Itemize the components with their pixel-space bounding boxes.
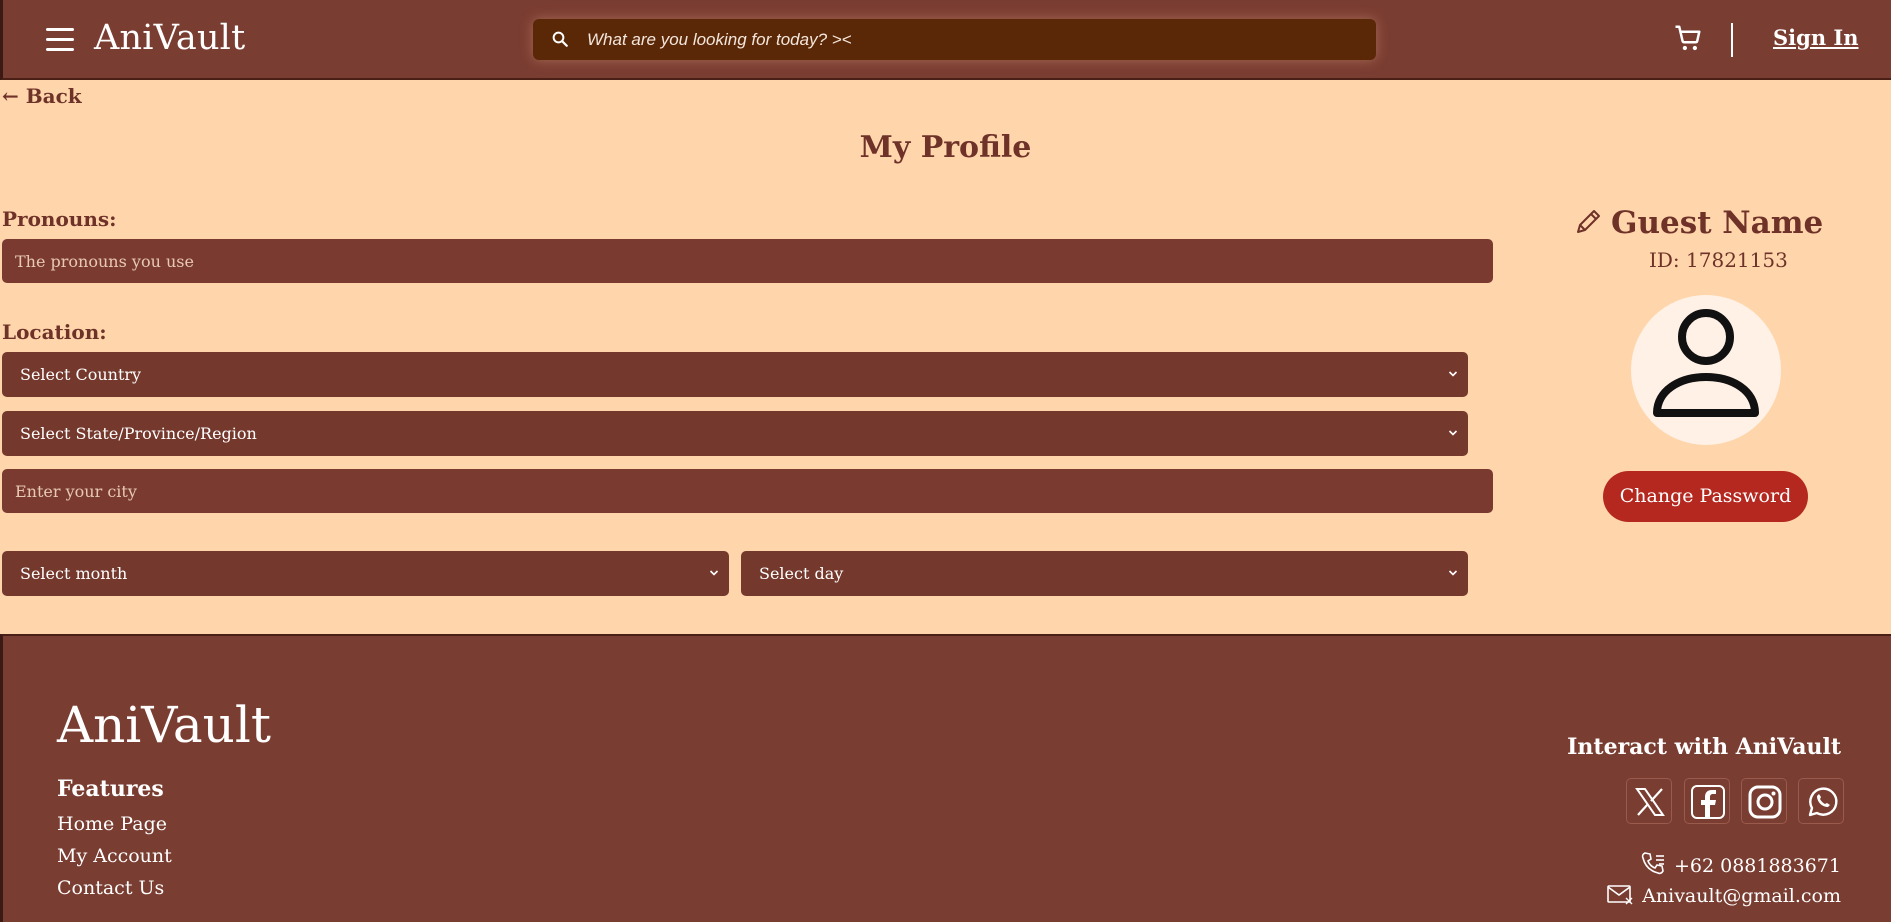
- pronouns-input[interactable]: [15, 239, 1493, 283]
- menu-icon[interactable]: [46, 28, 74, 52]
- location-label: Location:: [2, 320, 107, 344]
- phone-icon: [1641, 852, 1664, 875]
- facebook-social-button[interactable]: [1684, 778, 1730, 824]
- header-divider: [1731, 23, 1733, 57]
- chevron-down-icon: [1448, 570, 1458, 576]
- avatar-user-icon: [1653, 309, 1759, 417]
- city-input[interactable]: [15, 469, 1493, 513]
- state-select-value: Select State/Province/Region: [20, 424, 257, 443]
- footer: AniVault Features Home Page My Account C…: [0, 634, 1891, 922]
- country-select[interactable]: Select Country: [2, 352, 1468, 397]
- user-id: ID: 17821153: [1649, 248, 1788, 272]
- facebook-icon: [1691, 785, 1725, 819]
- instagram-icon: [1748, 785, 1782, 819]
- month-select-value: Select month: [20, 564, 128, 583]
- footer-phone[interactable]: +62 0881883671: [1640, 850, 1841, 877]
- footer-link-home[interactable]: Home Page: [57, 813, 167, 835]
- day-select-value: Select day: [759, 564, 844, 583]
- footer-features-title: Features: [57, 776, 164, 802]
- search-icon: [552, 31, 568, 47]
- chevron-down-icon: [709, 570, 719, 576]
- month-select[interactable]: Select month: [2, 551, 729, 596]
- page-title: My Profile: [859, 130, 1032, 165]
- search-input[interactable]: [587, 19, 1357, 60]
- whatsapp-social-button[interactable]: [1798, 778, 1844, 824]
- footer-logo[interactable]: AniVault: [57, 696, 271, 754]
- instagram-social-button[interactable]: [1741, 778, 1787, 824]
- footer-interact-title: Interact with AniVault: [1567, 734, 1841, 760]
- whatsapp-icon: [1808, 787, 1838, 817]
- footer-link-account[interactable]: My Account: [57, 845, 172, 867]
- mail-icon: [1607, 885, 1633, 905]
- footer-link-contact[interactable]: Contact Us: [57, 877, 164, 899]
- change-password-button[interactable]: Change Password: [1603, 471, 1808, 522]
- avatar[interactable]: [1631, 295, 1781, 445]
- cart-icon[interactable]: [1673, 22, 1703, 54]
- day-select[interactable]: Select day: [741, 551, 1468, 596]
- pronouns-field[interactable]: [2, 239, 1493, 283]
- chevron-down-icon: [1448, 371, 1458, 377]
- pencil-icon[interactable]: [1572, 206, 1604, 238]
- x-icon: [1635, 788, 1665, 816]
- back-link[interactable]: ← Back: [2, 84, 82, 108]
- x-social-button[interactable]: [1626, 778, 1672, 824]
- brand-logo[interactable]: AniVault: [94, 18, 245, 58]
- footer-email[interactable]: Anivault@gmail.com: [1606, 882, 1841, 907]
- email-address: Anivault@gmail.com: [1642, 885, 1841, 907]
- search-bar[interactable]: [533, 19, 1376, 60]
- pronouns-label: Pronouns:: [2, 207, 117, 231]
- phone-number: +62 0881883671: [1673, 855, 1841, 877]
- country-select-value: Select Country: [20, 365, 142, 384]
- guest-name: Guest Name: [1611, 205, 1824, 241]
- state-select[interactable]: Select State/Province/Region: [2, 411, 1468, 456]
- city-field[interactable]: [2, 469, 1493, 513]
- top-nav-bar: AniVault Sign In: [0, 0, 1891, 80]
- chevron-down-icon: [1448, 430, 1458, 436]
- sign-in-link[interactable]: Sign In: [1773, 25, 1859, 50]
